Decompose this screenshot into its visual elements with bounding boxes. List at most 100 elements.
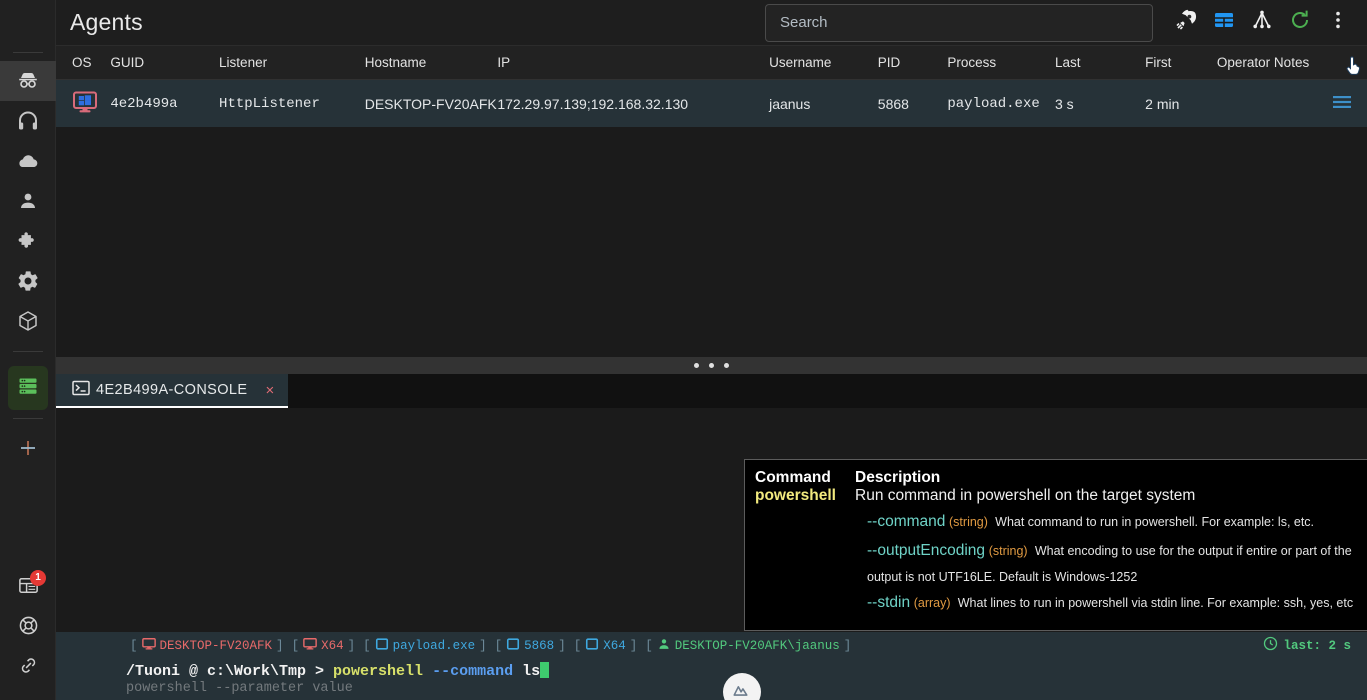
status-chip-arch: X64 xyxy=(303,637,344,655)
app-root: 1 Agents Search OS GUID Listener Hostnam… xyxy=(0,0,1367,700)
agents-header-row: OS GUID Listener Hostname IP Username PI… xyxy=(56,46,1367,80)
bracket-open: [ xyxy=(494,638,503,653)
last-checkin-text: last: 2 s xyxy=(1283,638,1351,653)
status-chip-user: DESKTOP-FV20AFK\jaanus xyxy=(657,637,840,655)
panel-splitter[interactable] xyxy=(56,357,1367,374)
table-row[interactable]: 4e2b499a HttpListener DESKTOP-FV20AFK 17… xyxy=(56,79,1367,128)
sidebar-server-button[interactable] xyxy=(7,366,48,410)
terminal-icon xyxy=(72,379,90,402)
console-prompt-line[interactable]: /Tuoni @ c:\Work\Tmp > powershell --comm… xyxy=(56,658,1367,680)
help-command-description: Run command in powershell on the target … xyxy=(855,487,1196,504)
tab-label: 4E2B499A-CONSOLE xyxy=(96,382,248,398)
plus-icon xyxy=(16,436,40,465)
close-icon[interactable]: × xyxy=(265,383,274,398)
hamburger-menu-icon[interactable] xyxy=(1331,96,1353,113)
status-chip-hostname: DESKTOP-FV20AFK xyxy=(141,637,273,655)
tab-console[interactable]: 4E2B499A-CONSOLE × xyxy=(56,374,289,408)
link-icon xyxy=(17,654,40,682)
sidebar-divider-top xyxy=(12,52,43,53)
help-parameter-type: (array) xyxy=(913,596,951,611)
sidebar-top-spacer xyxy=(0,0,55,52)
bracket-close: ] xyxy=(347,638,356,653)
hierarchy-icon xyxy=(1250,8,1274,37)
col-listener[interactable]: Listener xyxy=(219,46,365,80)
page-title: Agents xyxy=(70,9,143,35)
refresh-button[interactable] xyxy=(1283,6,1317,40)
status-chip-arch-text: X64 xyxy=(321,638,344,653)
cell-os xyxy=(56,79,111,128)
status-chip-process-arch-text: X64 xyxy=(603,638,626,653)
status-chip-process-text: payload.exe xyxy=(392,638,476,653)
table-view-button[interactable] xyxy=(1207,6,1241,40)
col-process[interactable]: Process xyxy=(947,46,1055,80)
help-parameter-flag: --stdin xyxy=(867,594,911,612)
cell-operator-notes xyxy=(1216,79,1332,128)
agents-table-wrapper: OS GUID Listener Hostname IP Username PI… xyxy=(56,46,1367,357)
bracket-close: ] xyxy=(479,638,487,653)
agents-table-body: 4e2b499a HttpListener DESKTOP-FV20AFK 17… xyxy=(56,79,1367,128)
col-hostname[interactable]: Hostname xyxy=(364,46,498,80)
rocket-button[interactable] xyxy=(1169,6,1203,40)
col-os[interactable]: OS xyxy=(56,46,111,80)
clock-icon xyxy=(1263,636,1278,655)
search-input[interactable] xyxy=(765,3,1153,42)
cell-username: jaanus xyxy=(769,79,878,128)
help-header-description: Description xyxy=(855,469,941,486)
graph-view-button[interactable] xyxy=(1245,6,1279,40)
col-operator-notes[interactable]: Operator Notes xyxy=(1216,46,1332,80)
sidebar-item-packages[interactable] xyxy=(0,301,56,341)
help-parameter: --stdin (array) What lines to run in pow… xyxy=(867,589,1367,618)
cell-row-menu[interactable] xyxy=(1331,79,1367,128)
tabbar-empty xyxy=(288,374,1367,408)
prompt-command: powershell xyxy=(333,663,424,680)
status-chip-process: payload.exe xyxy=(375,637,476,655)
sidebar-item-link[interactable] xyxy=(0,648,56,688)
more-options-button[interactable] xyxy=(1321,6,1355,40)
status-chip-pid-text: 5868 xyxy=(524,638,555,653)
person-icon xyxy=(16,189,40,213)
bracket-open: [ xyxy=(291,638,300,653)
sidebar-item-agents[interactable] xyxy=(0,61,56,101)
help-header-row: Command Description xyxy=(755,469,1367,487)
cell-ip: 172.29.97.139;192.168.32.130 xyxy=(497,79,770,128)
square-icon xyxy=(375,637,389,655)
prompt-argument: ls xyxy=(513,663,541,680)
sidebar-item-listeners[interactable] xyxy=(0,101,56,141)
col-username[interactable]: Username xyxy=(769,46,878,80)
agents-table-head: OS GUID Listener Hostname IP Username PI… xyxy=(56,46,1367,80)
header-icon-group xyxy=(1169,6,1355,40)
help-parameter-desc: What command to run in powershell. For e… xyxy=(995,515,1315,529)
lifebuoy-icon xyxy=(17,614,40,642)
table-icon xyxy=(1212,8,1236,37)
prompt-flag: --command xyxy=(423,663,514,680)
incognito-icon xyxy=(16,69,40,93)
sidebar-item-settings[interactable] xyxy=(0,261,56,301)
col-pid[interactable]: PID xyxy=(877,46,948,80)
col-ip[interactable]: IP xyxy=(497,46,770,80)
bracket-close: ] xyxy=(629,638,638,653)
cell-listener: HttpListener xyxy=(219,79,365,128)
help-parameter-type: (string) xyxy=(949,515,988,529)
splitter-dot xyxy=(694,363,699,368)
console-output[interactable]: Command Description powershell Run comma… xyxy=(56,408,1367,632)
sidebar-item-plugins[interactable] xyxy=(0,221,56,261)
splitter-dot xyxy=(724,363,729,368)
cloud-icon xyxy=(16,149,40,173)
last-checkin-status: last: 2 s xyxy=(1263,636,1351,655)
sidebar-item-help[interactable] xyxy=(0,608,56,648)
sidebar-item-users[interactable] xyxy=(0,181,56,221)
col-guid[interactable]: GUID xyxy=(110,46,220,80)
sidebar-item-cloud[interactable] xyxy=(0,141,56,181)
status-chip-hostname-text: DESKTOP-FV20AFK xyxy=(159,638,273,653)
col-first[interactable]: First xyxy=(1145,46,1217,80)
monitor-icon xyxy=(303,637,317,655)
splitter-dot xyxy=(709,363,714,368)
status-chip-user-text: DESKTOP-FV20AFK\jaanus xyxy=(674,638,840,653)
sidebar-item-tasks[interactable]: 1 xyxy=(0,568,56,608)
windows-monitor-icon xyxy=(72,91,98,117)
footer-inner: [ DESKTOP-FV20AFK ] [X64] [payload.ex… xyxy=(56,632,1367,700)
square-icon xyxy=(506,637,520,655)
sidebar-add-button[interactable] xyxy=(0,427,56,473)
col-last[interactable]: Last xyxy=(1054,46,1146,80)
agent-status-bar: [ DESKTOP-FV20AFK ] [X64] [payload.ex… xyxy=(56,632,1367,658)
